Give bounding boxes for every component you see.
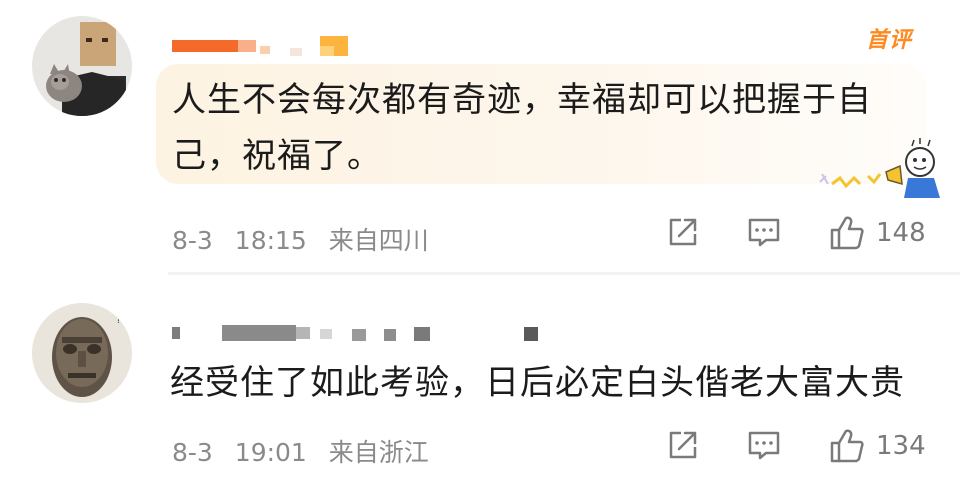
comment-location: 来自浙江	[328, 438, 429, 467]
comment-location: 来自四川	[328, 226, 429, 255]
like-count: 134	[876, 431, 926, 461]
redaction-block	[172, 40, 238, 52]
comment-text: 人生不会每次都有奇迹，幸福却可以把握于自己，祝福了。	[172, 80, 872, 176]
comment-icon	[748, 431, 780, 460]
comment-date: 8-3	[172, 438, 213, 467]
share-icon	[669, 431, 697, 459]
redaction-block	[524, 327, 538, 341]
comment-date: 8-3	[172, 226, 213, 255]
comment-text: 经受住了如此考验，日后必定白头偕老大富大贵	[170, 363, 905, 403]
redaction-block	[320, 329, 332, 339]
redaction-block	[290, 48, 302, 56]
avatar[interactable]	[32, 16, 132, 116]
like-button[interactable]: 134	[828, 427, 926, 465]
share-button[interactable]	[665, 214, 701, 250]
redaction-block	[260, 46, 270, 54]
redaction-block	[414, 327, 430, 341]
username-redacted[interactable]	[172, 36, 372, 56]
comment-card: ? 经受住了如此考验，日后必定白头偕老大富大贵 8-3 19:01 来自浙江 1…	[0, 275, 960, 486]
reply-button[interactable]	[746, 214, 782, 250]
redaction-block	[320, 46, 334, 56]
comment-meta: 8-3 18:15 来自四川	[172, 221, 429, 257]
first-comment-badge: 首评	[866, 28, 913, 53]
share-button[interactable]	[665, 427, 701, 463]
like-icon	[830, 429, 864, 463]
like-button[interactable]: 148	[828, 214, 926, 252]
avatar[interactable]: ?	[32, 303, 132, 403]
comment-icon	[748, 218, 780, 247]
comment-time: 19:01	[234, 438, 307, 467]
redaction-block	[296, 327, 310, 339]
comment-meta: 8-3 19:01 来自浙江	[172, 433, 429, 469]
redaction-block	[222, 325, 296, 341]
svg-text:?: ?	[116, 315, 121, 326]
avatar-image: ?	[32, 303, 132, 403]
comment-time: 18:15	[234, 226, 307, 255]
redaction-block	[238, 40, 256, 52]
reply-button[interactable]	[746, 427, 782, 463]
like-icon	[830, 216, 864, 250]
username-redacted[interactable]	[172, 323, 552, 343]
like-count: 148	[876, 218, 926, 248]
celebration-sticker	[819, 138, 940, 198]
comment-card: 首评 人生不会每次都有奇迹，幸福却可以把握于自己，祝福了。 8-3 18:15 …	[0, 0, 960, 272]
redaction-block	[384, 329, 396, 341]
redaction-block	[172, 327, 180, 339]
share-icon	[669, 218, 697, 246]
avatar-image	[32, 16, 132, 116]
redaction-block	[352, 329, 366, 341]
